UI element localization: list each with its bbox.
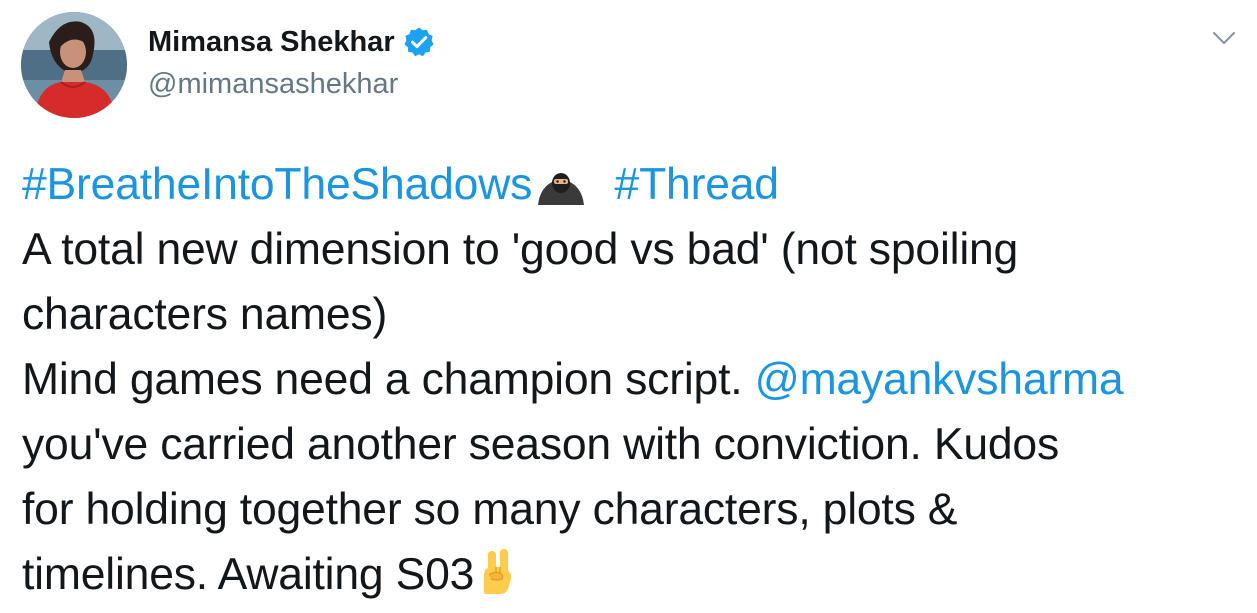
tweet-line-4: Mind games need a champion script. @maya… [22,347,1252,412]
tweet-line-7-text: timelines. Awaiting S03 [22,550,475,599]
sign-of-the-horns-emoji [474,548,518,613]
tweet-line-6: for holding together so many characters,… [22,485,958,534]
tweet-line-3: characters names) [22,290,388,339]
ninja-emoji [532,158,590,223]
author-block: Mimansa Shekhar @mimansashekhar [148,22,435,101]
display-name[interactable]: Mimansa Shekhar [148,26,395,59]
mention-link[interactable]: @mayankvsharma [755,355,1124,404]
tweet-line-1: #BreatheIntoTheShadows #Thread [22,152,1252,217]
tweet-line-2: A total new dimension to 'good vs bad' (… [22,225,1019,274]
hashtag-link[interactable]: #Thread [615,160,780,209]
user-handle[interactable]: @mimansashekhar [148,68,435,101]
tweet-text: #BreatheIntoTheShadows #Thread A total n… [22,152,1252,607]
avatar[interactable] [21,12,127,118]
name-row: Mimansa Shekhar [148,22,435,62]
chevron-down-icon[interactable] [1208,22,1240,54]
hashtag-link[interactable]: #BreatheIntoTheShadows [22,160,532,209]
tweet-line-5: you've carried another season with convi… [22,420,1060,469]
verified-badge-icon [403,26,435,58]
tweet-line-7: timelines. Awaiting S03 [22,542,1252,607]
tweet-line-4-text: Mind games need a champion script. [22,355,743,404]
tweet-card: Mimansa Shekhar @mimansashekhar #Breathe… [0,0,1257,609]
